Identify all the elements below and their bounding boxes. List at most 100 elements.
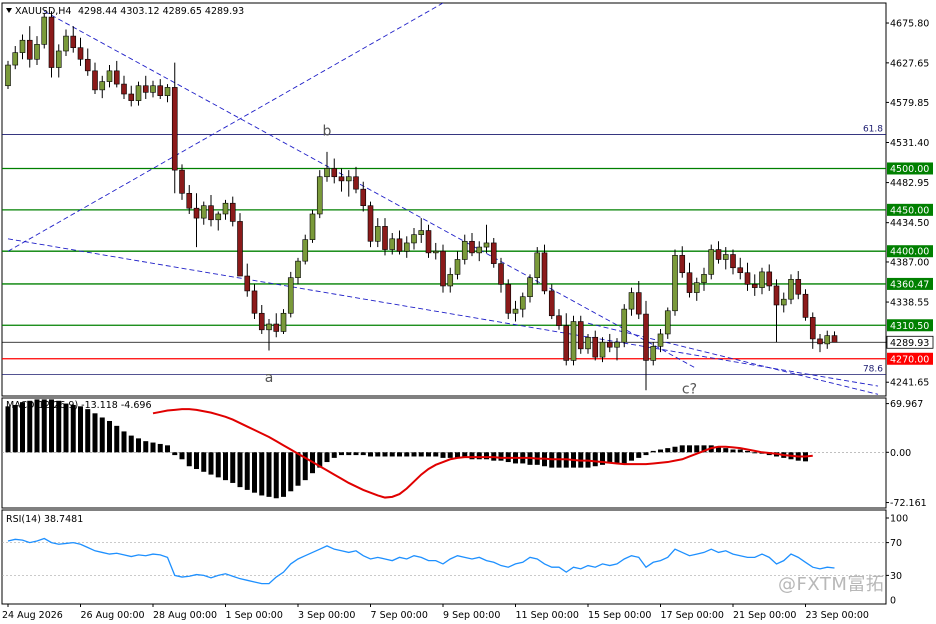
candle-body: [766, 271, 773, 287]
candle-body: [679, 255, 686, 274]
macd-indicator-label: MACD(12,26,9) -13.118 -4.696: [6, 400, 151, 411]
candle-body: [222, 202, 229, 215]
macd-bar: [244, 452, 250, 490]
price-tick-label: 4531.40: [890, 138, 929, 149]
fibo-label: 61.8: [863, 125, 883, 135]
candle-body: [548, 290, 555, 317]
macd-bar: [143, 441, 149, 453]
macd-bar: [121, 431, 127, 453]
macd-bar: [426, 452, 431, 457]
collapse-triangle-icon[interactable]: [6, 8, 12, 13]
macd-bar: [375, 452, 381, 457]
macd-bar: [730, 449, 736, 453]
macd-bar: [447, 452, 453, 458]
candle-body: [418, 230, 425, 235]
macd-bar: [128, 435, 134, 453]
candle-body: [657, 333, 664, 347]
candle-body: [722, 254, 729, 260]
macd-bar: [397, 452, 402, 457]
candle-body: [614, 341, 620, 348]
candle-body: [534, 252, 541, 278]
candle-body: [570, 321, 577, 361]
wave-labels: b a c?: [265, 123, 697, 397]
candle-body: [396, 238, 403, 252]
macd-bar: [324, 452, 330, 463]
candle-body: [113, 70, 120, 85]
macd-bar: [469, 452, 475, 460]
macd-bar: [687, 445, 692, 453]
candle-body: [715, 249, 722, 260]
time-tick-label: 15 Sep 00:00: [588, 610, 651, 621]
candle-body: [77, 47, 84, 60]
candle-body: [12, 52, 19, 66]
macd-bar: [368, 452, 373, 457]
candle-body: [664, 310, 671, 335]
candle-body: [121, 83, 127, 95]
time-tick-label: 1 Sep 00:00: [226, 610, 283, 621]
candle-body: [512, 308, 519, 314]
candle-body: [432, 250, 439, 254]
wave-label: c?: [682, 382, 697, 398]
candle-body: [708, 249, 715, 275]
macd-bar: [404, 452, 410, 457]
price-tick-label: 4387.00: [890, 257, 929, 268]
time-tick-label: 23 Sep 00:00: [806, 610, 869, 621]
candle-body: [469, 240, 475, 254]
candle-body: [251, 290, 258, 314]
macd-bar: [259, 452, 265, 496]
macd-bar: [592, 452, 598, 467]
macd-bar: [382, 452, 388, 457]
macd-bar: [418, 452, 424, 457]
candle-body: [686, 272, 693, 293]
time-tick-label: 24 Aug 2026: [2, 610, 63, 621]
price-panel-frame: [1, 2, 887, 397]
macd-bar: [331, 452, 337, 458]
candle-body: [447, 274, 454, 287]
trendline: [44, 10, 697, 370]
symbol-label: XAUUSD,H4: [15, 6, 71, 17]
candle-body: [490, 242, 497, 264]
candle-body: [628, 292, 635, 310]
candle-body: [171, 87, 178, 171]
macd-bar: [252, 452, 257, 493]
candle-body: [48, 16, 55, 68]
candle-body: [585, 336, 591, 350]
macd-bar: [346, 452, 352, 456]
candle-body: [751, 284, 758, 288]
macd-bar: [5, 406, 11, 453]
candle-body: [556, 315, 562, 326]
candle-body: [374, 226, 381, 242]
candle-body: [99, 81, 106, 91]
candle-body: [737, 267, 744, 274]
rsi-tick-label: 0: [890, 596, 896, 607]
candle-body: [795, 279, 802, 295]
watermark-logo: @FXTM富拓: [778, 574, 885, 595]
macd-bar: [186, 452, 192, 467]
candle-body: [577, 321, 584, 350]
candle-body: [635, 292, 642, 315]
candle-body: [309, 213, 316, 240]
candle-body: [693, 282, 700, 293]
rsi-tick-label: 30: [890, 571, 902, 582]
candle-body: [599, 341, 606, 358]
candle-body: [237, 221, 243, 277]
macd-bar: [353, 452, 359, 456]
candle-body: [179, 169, 185, 194]
candle-body: [244, 275, 251, 292]
candle-body: [84, 58, 91, 72]
macd-tick-label: -72.161: [890, 498, 927, 509]
candle-body: [824, 335, 831, 345]
macd-bar: [672, 446, 678, 453]
price-tick-label: 4675.80: [890, 19, 929, 30]
candle-body: [316, 176, 323, 215]
macd-bar: [295, 452, 301, 486]
candle-body: [606, 341, 613, 348]
price-tick-label: 4482.95: [890, 178, 929, 189]
macd-bar: [411, 452, 417, 457]
candle-body: [338, 176, 345, 182]
macd-signal-line: [152, 408, 813, 499]
macd-bar: [339, 452, 344, 456]
candle-body: [498, 263, 504, 285]
candle-body: [505, 284, 512, 314]
macd-bar: [201, 452, 207, 472]
